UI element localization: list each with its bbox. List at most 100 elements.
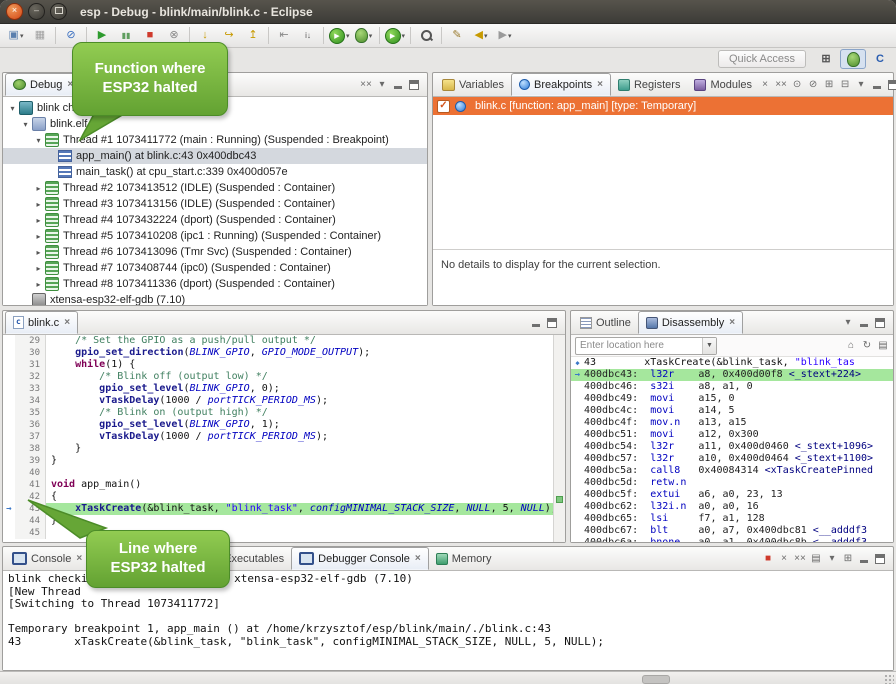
detail-pane-divider[interactable] bbox=[433, 249, 893, 250]
tab-outline[interactable]: Outline bbox=[573, 311, 638, 334]
tab-memory[interactable]: Memory bbox=[429, 547, 499, 570]
external-tools-button[interactable]: ▶▾ bbox=[383, 26, 408, 46]
line-number[interactable]: 40 bbox=[15, 467, 46, 479]
resize-grip-icon[interactable] bbox=[884, 674, 894, 684]
instruction-stepping-button[interactable]: i↓ bbox=[296, 26, 320, 46]
code-line[interactable]: 37 vTaskDelay(1000 / portTICK_PERIOD_MS)… bbox=[3, 431, 565, 443]
code-line[interactable]: 31 while(1) { bbox=[3, 359, 565, 371]
window-close-button[interactable]: × bbox=[6, 3, 23, 20]
remove-all-terminated-icon[interactable]: ×× bbox=[360, 78, 372, 91]
expander-open-icon[interactable]: ▾ bbox=[33, 136, 44, 145]
minimize-icon[interactable] bbox=[858, 316, 870, 329]
debug-dropdown-icon[interactable]: ▾ bbox=[369, 32, 373, 40]
code-line[interactable]: 33 gpio_set_level(BLINK_GPIO, 0); bbox=[3, 383, 565, 395]
step-return-button[interactable]: ↥ bbox=[241, 26, 265, 46]
close-icon[interactable]: × bbox=[597, 79, 603, 90]
disassembly-listing[interactable]: ◆43 xTaskCreate(&blink_task, "blink_tas→… bbox=[571, 357, 893, 542]
terminate-icon[interactable]: ■ bbox=[762, 552, 774, 565]
tab-disassembly[interactable]: Disassembly× bbox=[638, 311, 743, 334]
maximize-icon[interactable] bbox=[408, 78, 420, 91]
horizontal-scrollbar[interactable] bbox=[642, 675, 670, 684]
debug-tree-item[interactable]: ▸Thread #6 1073413096 (Tmr Svc) (Suspend… bbox=[3, 244, 427, 260]
disassembly-source-line[interactable]: ◆43 xTaskCreate(&blink_task, "blink_tas bbox=[571, 357, 893, 369]
maximize-icon[interactable] bbox=[887, 78, 896, 91]
window-maximize-button[interactable] bbox=[50, 3, 67, 20]
code-line[interactable]: 29 /* Set the GPIO as a push/pull output… bbox=[3, 335, 565, 347]
expander-closed-icon[interactable]: ▸ bbox=[33, 200, 44, 209]
expand-all-icon[interactable]: ⊞ bbox=[823, 78, 835, 91]
line-number[interactable]: 32 bbox=[15, 371, 46, 383]
run-dropdown-icon[interactable]: ▾ bbox=[346, 32, 350, 40]
remove-breakpoint-icon[interactable]: × bbox=[759, 78, 771, 91]
expander-closed-icon[interactable]: ▸ bbox=[33, 264, 44, 273]
last-edit-location-button[interactable]: ✎ bbox=[445, 26, 469, 46]
debug-launch-tree[interactable]: ▾blink cheing]▾blink.elf▾Thread #1 10734… bbox=[3, 97, 427, 305]
tab-blink-c[interactable]: blink.c× bbox=[5, 311, 78, 334]
disassembly-line[interactable]: 400dbc54: l32r a11, 0x400d0460 <_stext+1… bbox=[571, 441, 893, 453]
debug-tree-item[interactable]: app_main() at blink.c:43 0x400dbc43 bbox=[3, 148, 427, 164]
close-icon[interactable]: × bbox=[729, 317, 735, 328]
tab-modules[interactable]: Modules bbox=[687, 73, 759, 96]
close-icon[interactable]: × bbox=[415, 553, 421, 564]
forward-button[interactable]: ▶▾ bbox=[493, 26, 517, 46]
expander-closed-icon[interactable]: ▸ bbox=[33, 216, 44, 225]
disassembly-line[interactable]: 400dbc49: movi a15, 0 bbox=[571, 393, 893, 405]
breakpoint-checkbox[interactable]: ✓ bbox=[437, 100, 450, 113]
tab-debug[interactable]: Debug× bbox=[5, 73, 81, 96]
back-dropdown-icon[interactable]: ▾ bbox=[484, 32, 488, 40]
overview-ruler[interactable] bbox=[553, 335, 565, 542]
line-number[interactable]: 38 bbox=[15, 443, 46, 455]
close-icon[interactable]: × bbox=[64, 317, 70, 328]
maximize-icon[interactable] bbox=[546, 316, 558, 329]
remove-launch-icon[interactable]: × bbox=[778, 552, 790, 565]
disassembly-line[interactable]: 400dbc57: l32r a10, 0x400d0464 <_stext+1… bbox=[571, 453, 893, 465]
view-menu-icon[interactable]: ▾ bbox=[842, 316, 854, 329]
debug-tree-item[interactable]: ▸Thread #3 1073413156 (IDLE) (Suspended … bbox=[3, 196, 427, 212]
disassembly-line[interactable]: 400dbc5d: retw.n bbox=[571, 477, 893, 489]
expander-closed-icon[interactable]: ▸ bbox=[33, 280, 44, 289]
remove-all-launches-icon[interactable]: ×× bbox=[794, 552, 806, 565]
disassembly-line[interactable]: 400dbc51: movi a12, 0x300 bbox=[571, 429, 893, 441]
tab-debugger-console[interactable]: Debugger Console× bbox=[291, 547, 429, 570]
disassembly-line[interactable]: 400dbc4f: mov.n a13, a15 bbox=[571, 417, 893, 429]
tab-breakpoints[interactable]: Breakpoints× bbox=[511, 73, 611, 96]
debug-tree-item[interactable]: ▾blink.elf bbox=[3, 116, 427, 132]
code-line[interactable]: 35 /* Blink on (output high) */ bbox=[3, 407, 565, 419]
forward-dropdown-icon[interactable]: ▾ bbox=[508, 32, 512, 40]
code-line[interactable]: 32 /* Blink off (output low) */ bbox=[3, 371, 565, 383]
show-source-icon[interactable]: ▤ bbox=[877, 339, 889, 352]
minimize-icon[interactable] bbox=[392, 78, 404, 91]
disassembly-line[interactable]: 400dbc46: s32i a8, a1, 0 bbox=[571, 381, 893, 393]
run-button[interactable]: ▶▾ bbox=[327, 26, 352, 46]
tab-registers[interactable]: Registers bbox=[611, 73, 687, 96]
debug-perspective-button[interactable] bbox=[840, 49, 866, 69]
debug-tree-item[interactable]: ▸Thread #2 1073413512 (IDLE) (Suspended … bbox=[3, 180, 427, 196]
open-console-icon[interactable]: ⊞ bbox=[842, 552, 854, 565]
window-minimize-button[interactable]: – bbox=[28, 3, 45, 20]
skip-all-breakpoints-icon[interactable]: ⊘ bbox=[807, 78, 819, 91]
debug-tree-item[interactable]: ▸Thread #5 1073410208 (ipc1 : Running) (… bbox=[3, 228, 427, 244]
debug-tree-item[interactable]: ▸Thread #7 1073408744 (ipc0) (Suspended … bbox=[3, 260, 427, 276]
code-line[interactable]: 39} bbox=[3, 455, 565, 467]
tab-variables[interactable]: Variables bbox=[435, 73, 511, 96]
expander-open-icon[interactable]: ▾ bbox=[7, 104, 18, 113]
maximize-icon[interactable] bbox=[874, 316, 886, 329]
debug-tree-item[interactable]: main_task() at cpu_start.c:339 0x400d057… bbox=[3, 164, 427, 180]
location-combo[interactable]: ▼ bbox=[575, 337, 717, 355]
line-number[interactable]: 34 bbox=[15, 395, 46, 407]
debug-tree-item[interactable]: ▾Thread #1 1073411772 (main : Running) (… bbox=[3, 132, 427, 148]
minimize-icon[interactable] bbox=[530, 316, 542, 329]
new-dropdown-icon[interactable]: ▾ bbox=[20, 32, 24, 40]
expander-closed-icon[interactable]: ▸ bbox=[33, 184, 44, 193]
titlebar[interactable]: × – esp - Debug - blink/main/blink.c - E… bbox=[0, 0, 896, 24]
line-number[interactable]: 37 bbox=[15, 431, 46, 443]
minimize-icon[interactable] bbox=[858, 552, 870, 565]
location-input[interactable] bbox=[576, 340, 702, 351]
refresh-icon[interactable]: ↻ bbox=[861, 339, 873, 352]
line-number[interactable]: 35 bbox=[15, 407, 46, 419]
code-line[interactable]: 38 } bbox=[3, 443, 565, 455]
open-perspective-button[interactable]: ⊞ bbox=[814, 50, 838, 68]
disassembly-line[interactable]: →400dbc43: l32r a8, 0x400d00f8 <_stext+2… bbox=[571, 369, 893, 381]
search-button[interactable] bbox=[414, 26, 438, 46]
disassembly-line[interactable]: 400dbc4c: movi a14, 5 bbox=[571, 405, 893, 417]
